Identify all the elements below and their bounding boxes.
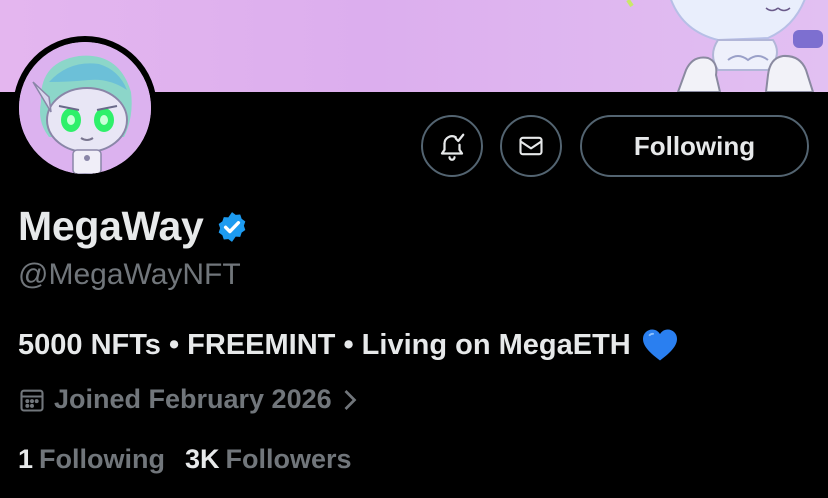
chevron-right-icon bbox=[344, 389, 357, 410]
profile-handle: @MegaWayNFT bbox=[18, 258, 241, 291]
following-button[interactable]: Following bbox=[580, 115, 809, 177]
blue-heart-icon bbox=[642, 329, 677, 361]
message-button[interactable] bbox=[500, 115, 562, 177]
following-count: 1 bbox=[18, 444, 34, 474]
display-name: MegaWay bbox=[18, 203, 204, 249]
joined-text: Joined February 2026 bbox=[54, 384, 332, 414]
following-label: Following bbox=[39, 444, 166, 474]
calendar-icon bbox=[20, 389, 44, 412]
following-stat[interactable]: 1 Following bbox=[18, 444, 165, 475]
profile-bio: 5000 NFTs • FREEMINT • Living on MegaETH bbox=[18, 328, 679, 362]
followers-stat[interactable]: 3K Followers bbox=[185, 444, 352, 475]
avatar-image bbox=[19, 42, 151, 174]
notifications-button[interactable] bbox=[421, 115, 483, 177]
joined-date[interactable]: Joined February 2026 bbox=[18, 384, 358, 415]
name-row: MegaWay bbox=[18, 203, 249, 250]
bell-plus-icon bbox=[440, 133, 465, 161]
bio-text: 5000 NFTs • FREEMINT • Living on MegaETH bbox=[18, 328, 631, 361]
verified-badge-icon[interactable] bbox=[215, 210, 249, 244]
banner-robot-art bbox=[626, 0, 823, 92]
envelope-icon bbox=[519, 136, 543, 156]
followers-count: 3K bbox=[185, 444, 220, 474]
profile-avatar[interactable] bbox=[13, 36, 157, 180]
follow-stats: 1 Following 3K Followers bbox=[18, 444, 372, 475]
followers-label: Followers bbox=[225, 444, 352, 474]
